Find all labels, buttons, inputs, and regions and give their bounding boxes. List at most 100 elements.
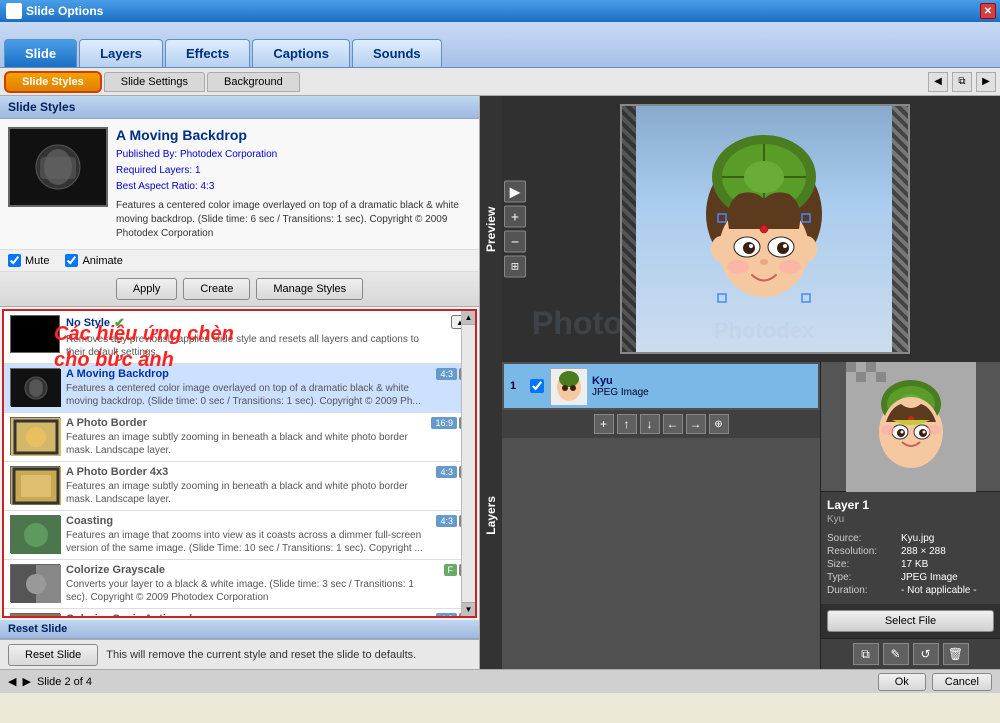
style-item-colorize-sepia[interactable]: Colorize Sepia Antiqued 4:3 i: [4, 609, 475, 618]
style-checkboxes: Mute Animate: [0, 250, 479, 272]
layer-item-1[interactable]: 1 Kyu JPEG Image: [504, 364, 818, 408]
resolution-label: Resolution:: [827, 546, 897, 557]
reset-slide-header: Reset Slide: [0, 620, 479, 639]
layer-info-title: Layer 1: [827, 498, 994, 512]
style-item-content-coasting: Coasting Features an image that zooms in…: [66, 515, 430, 555]
arrow-right-icon[interactable]: ▶: [22, 675, 30, 688]
layer-ctrl-row: + ↑ ↓ ← → ⊕: [594, 414, 729, 434]
create-button[interactable]: Create: [183, 278, 250, 300]
layer-action-edit[interactable]: ✎: [883, 643, 909, 665]
style-item-desc-moving-backdrop: Features a centered color image overlaye…: [66, 382, 430, 408]
sub-tab-bar: Slide Styles Slide Settings Background ◀…: [0, 68, 1000, 96]
style-item-name-photo-border-4x3: A Photo Border 4x3: [66, 466, 168, 478]
style-item-name-photo-border: A Photo Border: [66, 417, 147, 429]
title-bar: Slide Options ✕: [0, 0, 1000, 22]
slide-info: Slide 2 of 4: [37, 676, 92, 688]
reset-slide-desc: This will remove the current style and r…: [106, 649, 416, 661]
scrollbar-down[interactable]: ▼: [462, 602, 475, 616]
layer-expand-button[interactable]: ⊕: [709, 414, 729, 434]
ok-button[interactable]: Ok: [878, 673, 926, 691]
layers-sidebar: Layers: [480, 362, 502, 669]
layer-add-button[interactable]: +: [594, 414, 614, 434]
layer-action-copy[interactable]: ⧉: [853, 643, 879, 665]
manage-styles-button[interactable]: Manage Styles: [256, 278, 363, 300]
layer-move-left-button[interactable]: ←: [663, 414, 683, 434]
apply-button[interactable]: Apply: [116, 278, 178, 300]
style-item-thumb-colorize-grayscale: [10, 564, 60, 602]
preview-zoom-in-button[interactable]: +: [504, 206, 526, 228]
animate-checkbox-label[interactable]: Animate: [65, 254, 122, 267]
nav-prev-button[interactable]: ◀: [928, 72, 948, 92]
close-button[interactable]: ✕: [980, 3, 996, 19]
layer-type-1: JPEG Image: [592, 387, 649, 398]
main-tab-bar: Slide Layers Effects Captions Sounds: [0, 22, 1000, 68]
animate-checkbox[interactable]: [65, 254, 78, 267]
sub-tab-slide-styles[interactable]: Slide Styles: [4, 71, 102, 93]
style-item-moving-backdrop[interactable]: A Moving Backdrop Features a centered co…: [4, 364, 475, 413]
sub-tab-slide-settings[interactable]: Slide Settings: [104, 72, 205, 92]
style-name: A Moving Backdrop: [116, 127, 471, 143]
layer-move-right-button[interactable]: →: [686, 414, 706, 434]
style-item-thumb-colorize-sepia: [10, 613, 60, 618]
duration-label: Duration:: [827, 585, 897, 596]
style-item-photo-border[interactable]: A Photo Border Features an image subtly …: [4, 413, 475, 462]
mute-label: Mute: [25, 255, 49, 267]
style-item-thumb-moving-backdrop: [10, 368, 60, 406]
style-item-colorize-grayscale[interactable]: Colorize Grayscale Converts your layer t…: [4, 560, 475, 609]
left-panel: Slide Styles A Moving Backdrop Published…: [0, 96, 480, 669]
layer-visibility-1[interactable]: [530, 379, 544, 393]
scrollbar-up[interactable]: ▲: [462, 311, 475, 325]
layer-move-down-button[interactable]: ↓: [640, 414, 660, 434]
preview-content: ▶ + − ⊞ Photodex Photodex: [502, 96, 1000, 362]
right-panel: Preview ▶ + − ⊞ Photodex: [480, 96, 1000, 669]
reset-slide-button[interactable]: Reset Slide: [8, 644, 98, 666]
tab-slide[interactable]: Slide: [4, 39, 77, 67]
style-item-photo-border-4x3[interactable]: A Photo Border 4x3 Features an image sub…: [4, 462, 475, 511]
left-strip: [622, 106, 636, 352]
arrow-left-icon[interactable]: ◀: [8, 675, 16, 688]
style-item-name-no-style: No Style ✔: [66, 315, 441, 331]
cancel-button[interactable]: Cancel: [932, 673, 992, 691]
layer-thumb-1: [550, 368, 586, 404]
scrollbar[interactable]: ▲ ▼: [461, 311, 475, 616]
style-meta-layers: Required Layers: 1: [116, 163, 471, 179]
preview-zoom-out-button[interactable]: −: [504, 231, 526, 253]
tab-layers[interactable]: Layers: [79, 39, 163, 67]
animate-label: Animate: [82, 255, 122, 267]
layer-info-row-size: Size: 17 KB: [827, 559, 994, 570]
layers-list-container: 1 Kyu JPEG Image: [502, 362, 820, 669]
badge-photo-border: 16:9: [431, 417, 457, 429]
sub-tab-nav: ◀ ⧉ ▶: [928, 72, 996, 92]
tab-effects[interactable]: Effects: [165, 39, 250, 67]
preview-play-button[interactable]: ▶: [504, 181, 526, 203]
layer-info-subtitle: Kyu: [827, 514, 994, 525]
layer-action-delete[interactable]: 🗑: [943, 643, 969, 665]
layers-area: Layers 1: [480, 362, 1000, 669]
layer-info-panel: Layer 1 Kyu Source: Kyu.jpg Resolution: …: [820, 362, 1000, 669]
badge-coasting: 4:3: [436, 515, 457, 527]
style-item-name-moving-backdrop: A Moving Backdrop: [66, 368, 169, 380]
style-item-no-style[interactable]: No Style ✔ Removes any previously applie…: [4, 311, 475, 364]
select-file-button[interactable]: Select File: [827, 610, 994, 632]
preview-label: Preview: [480, 96, 502, 362]
sub-tab-background[interactable]: Background: [207, 72, 300, 92]
source-label: Source:: [827, 533, 897, 544]
tab-sounds[interactable]: Sounds: [352, 39, 442, 67]
style-item-coasting[interactable]: Coasting Features an image that zooms in…: [4, 511, 475, 560]
footer: ◀ ▶ Slide 2 of 4 Ok Cancel: [0, 669, 1000, 693]
style-item-desc-photo-border-4x3: Features an image subtly zooming in bene…: [66, 480, 430, 506]
nav-next-button[interactable]: ▶: [976, 72, 996, 92]
layer-move-up-button[interactable]: ↑: [617, 414, 637, 434]
badge-colorize-grayscale: F: [444, 564, 458, 576]
tab-captions[interactable]: Captions: [252, 39, 350, 67]
preview-fit-button[interactable]: ⊞: [504, 256, 526, 278]
mute-checkbox-label[interactable]: Mute: [8, 254, 49, 267]
layer-action-row: ⧉ ✎ ↺ 🗑: [821, 638, 1000, 669]
style-item-content-photo-border-4x3: A Photo Border 4x3 Features an image sub…: [66, 466, 430, 506]
layers-label: Layers: [484, 496, 498, 535]
reset-slide-bar: Reset Slide This will remove the current…: [0, 639, 479, 669]
layer-num-1: 1: [510, 380, 524, 392]
layer-action-rotate[interactable]: ↺: [913, 643, 939, 665]
nav-restore-button[interactable]: ⧉: [952, 72, 972, 92]
mute-checkbox[interactable]: [8, 254, 21, 267]
